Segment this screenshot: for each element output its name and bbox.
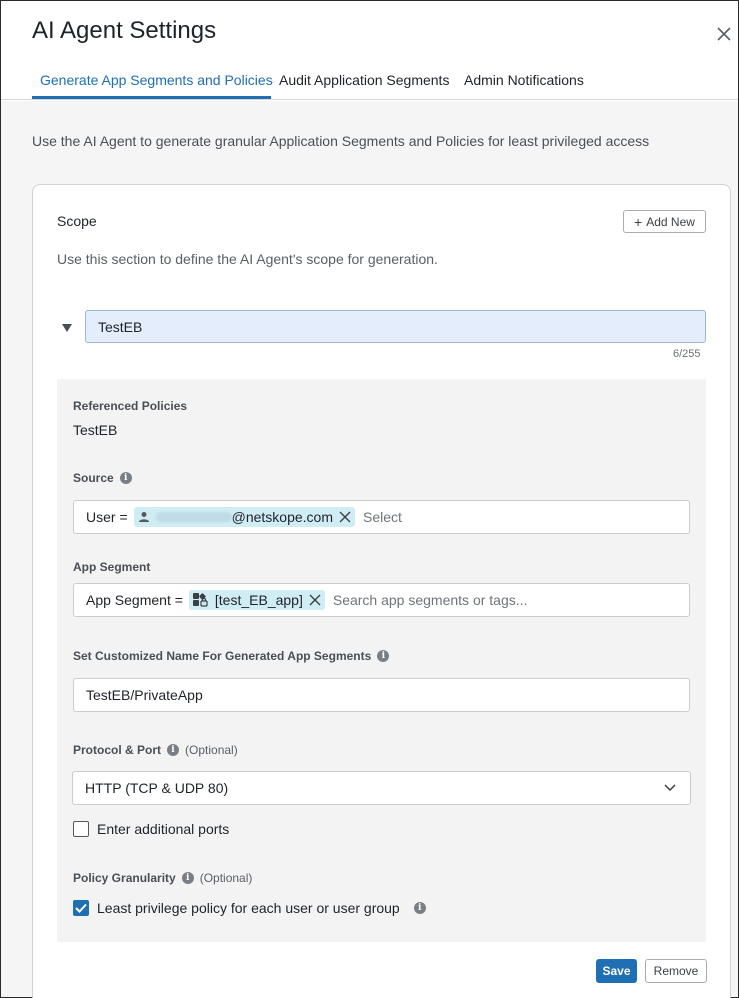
additional-ports-label: Enter additional ports — [97, 821, 230, 837]
remove-button[interactable]: Remove — [645, 959, 707, 983]
scope-title: Scope — [57, 213, 97, 229]
chevron-down-icon — [664, 784, 676, 792]
remove-chip-icon[interactable] — [339, 511, 351, 523]
app-segment-icon — [192, 593, 208, 607]
source-prefix: User = — [86, 509, 128, 525]
source-label-text: Source — [73, 471, 114, 485]
referenced-policies-label-text: Referenced Policies — [73, 399, 188, 413]
protocol-port-select[interactable]: HTTP (TCP & UDP 80) — [72, 771, 691, 805]
source-label: Source i — [73, 471, 132, 485]
plus-icon: + — [634, 213, 643, 230]
referenced-policies-value: TestEB — [73, 422, 118, 438]
intro-text: Use the AI Agent to generate granular Ap… — [32, 133, 650, 149]
scope-card: Scope + Add New Use this section to defi… — [32, 184, 731, 998]
policy-granularity-optional: (Optional) — [199, 871, 253, 885]
dialog-title: AI Agent Settings — [32, 17, 217, 44]
tab-content: Use the AI Agent to generate granular Ap… — [1, 101, 738, 998]
app-segment-label-text: App Segment — [73, 560, 151, 574]
app-segment-placeholder: Search app segments or tags... — [332, 592, 528, 608]
protocol-port-selected: HTTP (TCP & UDP 80) — [85, 780, 229, 796]
app-segment-label: App Segment — [73, 560, 150, 574]
referenced-policies-label: Referenced Policies — [73, 399, 187, 413]
policy-granularity-label: Policy Granularity i (Optional) — [73, 871, 252, 885]
char-counter: 6/255 — [673, 348, 701, 360]
user-icon — [138, 512, 149, 522]
protocol-port-label: Protocol & Port i (Optional) — [73, 743, 238, 757]
info-icon[interactable]: i — [167, 744, 180, 756]
policy-granularity-label-text: Policy Granularity — [73, 871, 176, 885]
source-user-chip: @netskope.com — [133, 507, 355, 527]
least-privilege-label: Least privilege policy for each user or … — [97, 900, 400, 916]
app-segment-prefix: App Segment = — [86, 592, 183, 608]
additional-ports-checkbox[interactable] — [73, 821, 89, 837]
add-new-label: Add New — [646, 214, 695, 229]
info-icon[interactable]: i — [413, 902, 426, 914]
remove-chip-icon[interactable] — [309, 594, 321, 606]
app-segment-chip-text: [test_EB_app] — [214, 592, 303, 608]
app-segment-field[interactable]: App Segment = [test_EB_app] Search app s… — [73, 583, 690, 617]
add-new-button[interactable]: + Add New — [623, 210, 706, 233]
tab-admin-notifications[interactable]: Admin Notifications — [464, 72, 584, 88]
tab-bar: Generate App Segments and Policies Audit… — [1, 65, 738, 100]
caret-down-icon[interactable] — [61, 323, 73, 333]
scope-name-input[interactable]: TestEB — [85, 310, 706, 343]
save-button[interactable]: Save — [596, 959, 637, 983]
additional-ports-row: Enter additional ports — [73, 821, 229, 837]
app-segment-chip: [test_EB_app] — [188, 590, 325, 610]
protocol-port-optional: (Optional) — [185, 743, 238, 757]
protocol-port-label-text: Protocol & Port — [73, 743, 162, 757]
least-privilege-row: Least privilege policy for each user or … — [73, 900, 426, 916]
settings-dialog: AI Agent Settings Generate App Segments … — [0, 0, 739, 998]
info-icon[interactable]: i — [181, 872, 194, 884]
active-tab-indicator — [32, 96, 271, 99]
source-placeholder: Select — [363, 509, 402, 525]
checkmark-icon — [75, 903, 87, 913]
custom-name-input[interactable]: TestEB/PrivateApp — [73, 678, 690, 712]
source-chip-text: @netskope.com — [231, 509, 333, 525]
custom-name-label-text: Set Customized Name For Generated App Se… — [73, 649, 372, 663]
custom-name-label: Set Customized Name For Generated App Se… — [73, 649, 390, 663]
tab-generate-app-segments[interactable]: Generate App Segments and Policies — [40, 72, 273, 88]
tab-audit-application-segments[interactable]: Audit Application Segments — [279, 72, 449, 88]
info-icon[interactable]: i — [119, 472, 132, 484]
least-privilege-checkbox[interactable] — [73, 900, 89, 916]
scope-details-panel: Referenced Policies TestEB Source i User… — [57, 379, 706, 942]
scope-description: Use this section to define the AI Agent'… — [57, 251, 438, 267]
source-field[interactable]: User = @netskope.com Select — [73, 500, 690, 534]
info-icon[interactable]: i — [377, 650, 390, 662]
redacted-email-username — [155, 512, 232, 522]
close-icon[interactable] — [715, 25, 733, 43]
